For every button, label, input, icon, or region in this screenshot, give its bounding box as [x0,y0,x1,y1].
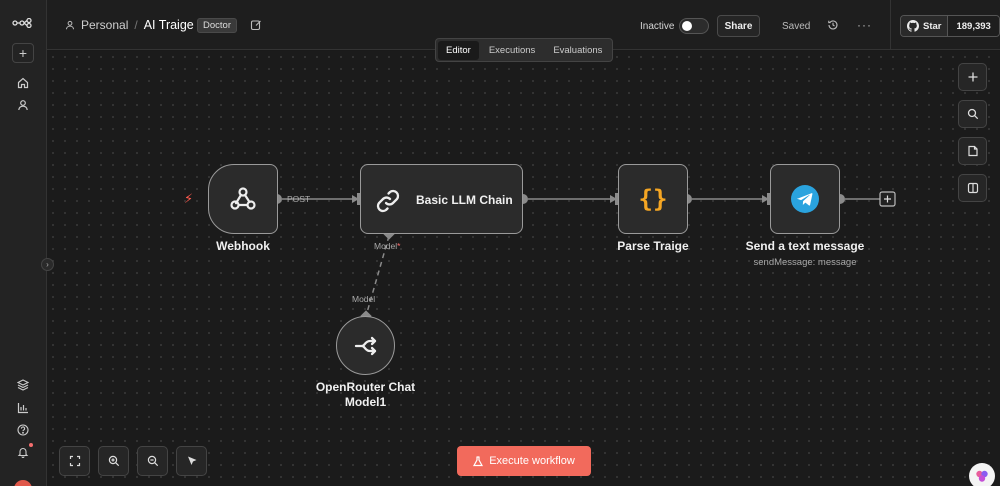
openrouter-icon [354,336,376,355]
breadcrumb-separator: / [134,18,138,32]
zoom-in-icon [108,455,119,467]
llm-model-port-text: Model [374,241,398,251]
insights-icon[interactable] [11,397,35,419]
sticky-note-button[interactable] [958,137,987,165]
parse-traige-node[interactable]: {} [618,164,688,234]
n8n-logo-icon[interactable] [11,12,35,34]
home-icon[interactable] [11,72,35,94]
active-toggle[interactable] [679,18,709,34]
github-star-button[interactable]: Star 189,393 [900,15,1000,37]
view-tabs: Editor Executions Evaluations [435,38,614,62]
tab-executions[interactable]: Executions [481,41,543,60]
openrouter-title-line2: Model1 [344,395,387,409]
fit-view-icon [69,455,80,467]
github-star-label: Star [923,20,942,32]
openrouter-title-line1: OpenRouter Chat [315,380,416,394]
add-node-panel-button[interactable] [958,63,987,91]
app: + › Personal / AI Traige Doctor Inactive… [0,0,1000,486]
fit-view-button[interactable] [59,446,90,476]
templates-icon[interactable] [11,374,35,396]
note-icon [967,145,978,157]
share-button[interactable]: Share [717,15,760,37]
github-star-count: 189,393 [947,16,999,36]
workflow-tag[interactable]: Doctor [197,18,237,33]
llm-model-port-label: Model* [374,241,400,251]
cursor-icon [187,456,196,465]
telegram-node-subtitle: sendMessage: message [753,257,857,268]
tidy-up-button[interactable] [176,446,207,476]
breadcrumb-project[interactable]: Personal [81,18,128,32]
search-icon [967,108,978,120]
tab-evaluations[interactable]: Evaluations [545,41,610,60]
zoom-out-icon [147,455,158,467]
workflow-name[interactable]: AI Traige [144,18,194,32]
github-star-part: Star [901,16,948,36]
llm-chain-node[interactable]: Basic LLM Chain [360,164,523,234]
panel-icon [967,182,978,194]
openrouter-port-label: Model [352,294,376,304]
telegram-node-title: Send a text message [745,239,865,253]
notification-badge [29,443,33,447]
workflow-status-label: Inactive [640,21,675,32]
toggle-knob [682,21,692,31]
webhook-node-title: Webhook [216,239,270,253]
execute-workflow-button[interactable]: Execute workflow [457,446,591,476]
link-icon [376,189,400,213]
tab-editor[interactable]: Editor [438,40,479,60]
webhook-node[interactable] [208,164,278,234]
flask-icon [473,455,484,466]
edit-tags-icon[interactable] [250,19,262,31]
webhook-output-label: POST [287,194,311,204]
trigger-bolt-icon: ⚡ [184,191,194,206]
ai-assistant-button[interactable] [969,463,995,486]
openrouter-node[interactable] [336,316,395,375]
user-icon[interactable] [11,94,35,116]
llm-chain-node-title: Basic LLM Chain [416,193,513,207]
notifications-icon[interactable] [11,441,35,463]
execute-workflow-label: Execute workflow [489,455,575,467]
github-icon [907,20,919,32]
sidebar-collapse-button[interactable]: › [41,258,54,271]
header-divider [890,0,891,50]
zoom-out-button[interactable] [137,446,168,476]
saved-status: Saved [782,21,811,32]
search-nodes-button[interactable] [958,100,987,128]
openrouter-node-title: OpenRouter Chat Model1 [305,380,426,410]
add-workflow-button[interactable]: + [12,43,34,63]
breadcrumb: Personal / AI Traige [65,18,194,32]
more-options-icon[interactable]: ··· [857,18,872,32]
required-marker: * [397,241,401,251]
telegram-icon [791,185,819,213]
workflow-canvas[interactable] [47,51,1000,486]
left-sidebar: + [0,0,47,486]
code-braces-icon: {} [638,185,668,213]
telegram-node[interactable] [770,164,840,234]
brain-icon [976,470,988,482]
avatar[interactable] [14,480,32,486]
person-icon [66,20,74,30]
plus-icon [968,72,977,82]
toggle-panel-button[interactable] [958,174,987,202]
webhook-icon [230,187,256,210]
zoom-in-button[interactable] [98,446,129,476]
help-icon[interactable] [11,419,35,441]
parse-traige-node-title: Parse Traige [617,239,689,253]
history-icon[interactable] [827,19,839,31]
